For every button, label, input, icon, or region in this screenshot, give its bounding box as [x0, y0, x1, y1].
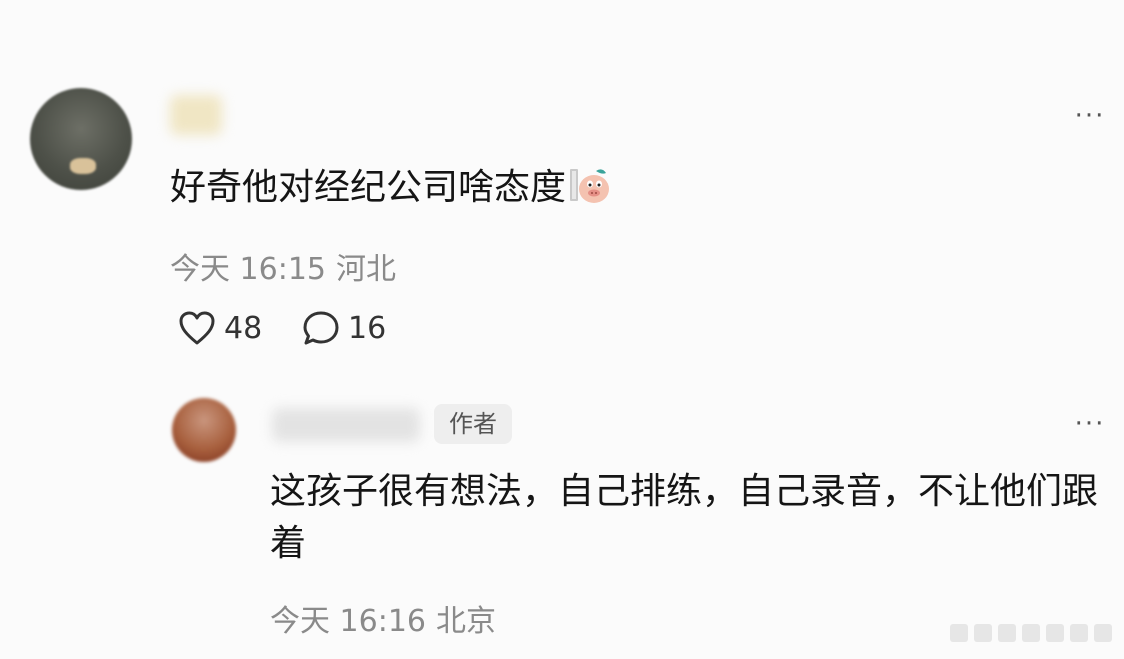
reply-more-options-button[interactable]: ··· — [1068, 411, 1112, 437]
reply-time: 今天 16:16 — [270, 604, 426, 639]
comment-meta: 今天 16:15 河北 — [170, 244, 396, 288]
like-count: 48 — [224, 310, 263, 346]
like-button[interactable]: 48 — [178, 308, 262, 348]
reply-location: 北京 — [436, 604, 496, 639]
comment-more-options-button[interactable]: ··· — [1068, 103, 1112, 129]
speech-bubble-icon — [303, 311, 339, 345]
comment-body: 好奇他对经纪公司啥态度 — [170, 162, 612, 214]
comment-thread: ··· 好奇他对经纪公司啥态度 今天 16:15 河北 48 16 作者 ···… — [0, 0, 1124, 659]
heart-icon — [179, 311, 215, 345]
reply-count: 16 — [348, 310, 387, 346]
reply-meta: 今天 16:16 北京 — [270, 596, 496, 640]
comment-location: 河北 — [336, 252, 396, 287]
watermark-icon — [950, 624, 1112, 642]
comment-text: 好奇他对经纪公司啥态度 — [170, 167, 567, 208]
comment-time: 今天 16:15 — [170, 252, 326, 287]
commenter-avatar[interactable] — [30, 88, 132, 190]
reply-author-username-blurred[interactable] — [272, 408, 420, 442]
commenter-username-blurred[interactable] — [170, 95, 222, 135]
reply-text: 这孩子很有想法，自己排练，自己录音，不让他们跟着 — [270, 471, 1099, 564]
reply-author-avatar[interactable] — [172, 398, 236, 462]
author-badge: 作者 — [434, 404, 512, 444]
reply-button[interactable]: 16 — [302, 308, 386, 348]
pig-face-sticker-icon — [568, 165, 612, 205]
